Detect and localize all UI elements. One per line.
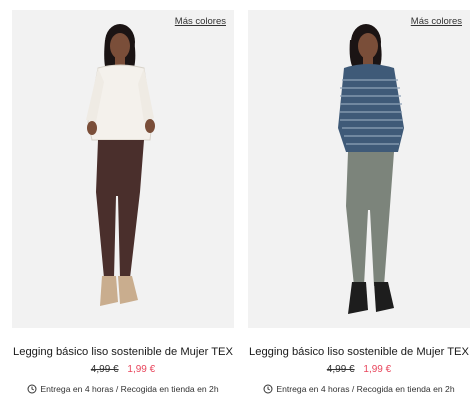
product-image[interactable]: Más colores (248, 10, 470, 328)
model-photo (86, 24, 155, 306)
delivery-info: Entrega en 4 horas / Recogida en tienda … (248, 384, 470, 394)
sale-price: 1,99 € (363, 364, 392, 375)
product-title[interactable]: Legging básico liso sostenible de Mujer … (12, 346, 234, 358)
delivery-text: Entrega en 4 horas / Recogida en tienda … (40, 384, 219, 394)
sale-price: 1,99 € (127, 364, 156, 375)
delivery-text: Entrega en 4 horas / Recogida en tienda … (276, 384, 455, 394)
price-row: 4,99 € 1,99 € (248, 364, 470, 375)
old-price: 4,99 € (326, 364, 355, 375)
product-card[interactable]: Más colores Legging básico liso sostenib… (12, 0, 234, 404)
product-image[interactable]: Más colores (12, 10, 234, 328)
product-title[interactable]: Legging básico liso sostenible de Mujer … (248, 346, 470, 358)
clock-icon (263, 384, 273, 394)
model-photo (338, 24, 404, 314)
more-colors-link[interactable]: Más colores (175, 16, 226, 27)
old-price: 4,99 € (90, 364, 119, 375)
price-row: 4,99 € 1,99 € (12, 364, 234, 375)
delivery-info: Entrega en 4 horas / Recogida en tienda … (12, 384, 234, 394)
product-card[interactable]: Más colores Legging básico liso sostenib… (248, 0, 470, 404)
clock-icon (27, 384, 37, 394)
more-colors-link[interactable]: Más colores (411, 16, 462, 27)
